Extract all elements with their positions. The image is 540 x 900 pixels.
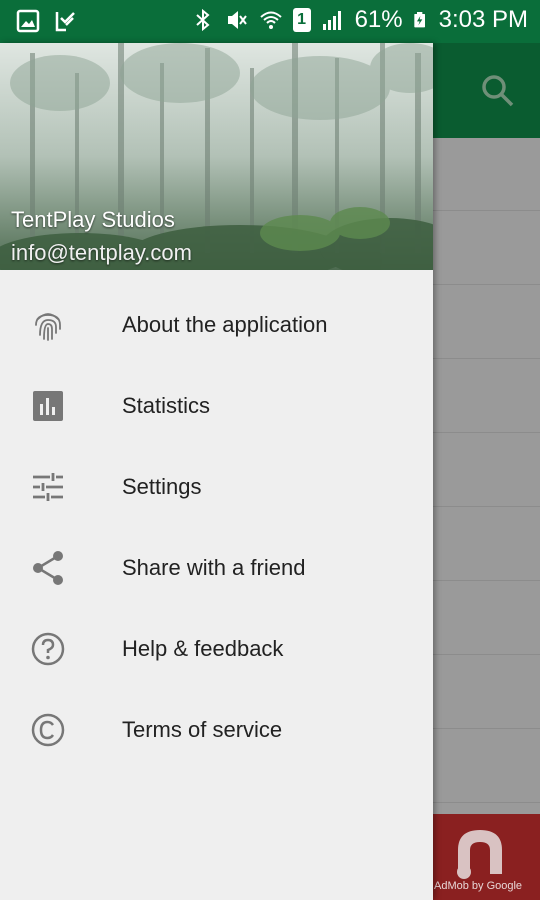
drawer-header: TentPlay Studios info@tentplay.com	[0, 43, 433, 270]
menu-item-about[interactable]: About the application	[0, 285, 433, 366]
sliders-icon	[33, 473, 63, 501]
wifi-icon	[259, 11, 282, 29]
ad-label: AdMob by Google	[434, 880, 523, 892]
mute-icon	[227, 11, 247, 29]
menu-item-settings[interactable]: Settings	[0, 447, 433, 528]
menu-item-help[interactable]: Help & feedback	[0, 609, 433, 690]
menu-item-label: About the application	[122, 312, 328, 337]
bluetooth-icon	[195, 8, 210, 32]
gallery-icon	[16, 9, 40, 33]
admob-logo-icon	[457, 830, 502, 879]
fingerprint-icon	[35, 313, 61, 341]
status-bar: 1 61% 3:03 PM	[0, 0, 540, 43]
clock: 3:03 PM	[438, 6, 528, 33]
notification-check-icon	[55, 12, 75, 32]
share-icon	[33, 551, 63, 585]
signal-icon	[322, 11, 341, 30]
help-icon	[31, 632, 65, 666]
account-name: TentPlay Studios	[11, 207, 175, 232]
menu-item-label: Statistics	[122, 393, 211, 418]
menu-item-label: Help & feedback	[122, 636, 284, 661]
menu-item-label: Terms of service	[122, 717, 283, 742]
navigation-drawer: TentPlay Studios info@tentplay.com About…	[0, 43, 433, 900]
account-email: info@tentplay.com	[11, 240, 192, 265]
menu-item-terms[interactable]: Terms of service	[0, 690, 433, 771]
menu-item-label: Settings	[122, 474, 202, 499]
bar-chart-icon	[33, 391, 63, 421]
menu-item-share[interactable]: Share with a friend	[0, 528, 433, 609]
forest-header-image	[0, 43, 433, 270]
sim-icon: 1	[292, 8, 311, 32]
menu-item-statistics[interactable]: Statistics	[0, 366, 433, 447]
ad-banner[interactable]: AdMob by Google	[432, 814, 540, 900]
battery-percent: 61%	[354, 6, 403, 33]
drawer-menu: About the application Statistics Setting…	[0, 285, 433, 771]
search-icon[interactable]	[480, 73, 516, 109]
menu-item-label: Share with a friend	[122, 555, 306, 580]
battery-charging-icon	[413, 12, 425, 28]
copyright-icon	[31, 713, 65, 747]
